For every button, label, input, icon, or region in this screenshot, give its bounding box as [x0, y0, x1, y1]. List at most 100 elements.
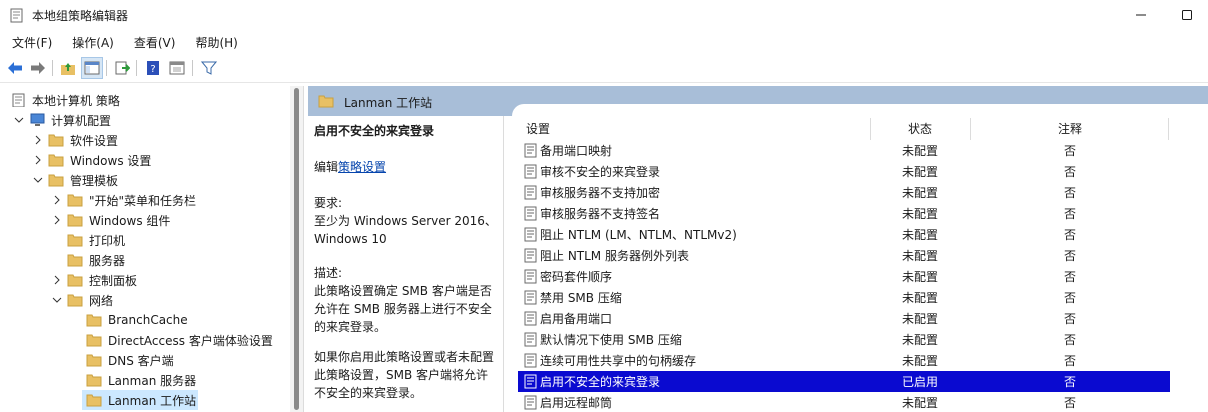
- edit-policy-link[interactable]: 策略设置: [338, 160, 386, 174]
- menu-help[interactable]: 帮助(H): [183, 33, 245, 53]
- scrollbar-thumb[interactable]: [294, 88, 299, 410]
- chevron-down-icon[interactable]: [14, 115, 24, 125]
- folder-icon: [67, 234, 83, 247]
- tree-item-software-settings[interactable]: 软件设置: [0, 130, 290, 150]
- minimize-button[interactable]: [1118, 0, 1164, 30]
- tree-item-label: BranchCache: [108, 313, 188, 327]
- filter-button[interactable]: [198, 57, 220, 79]
- setting-name: 审核服务器不支持签名: [540, 207, 661, 221]
- up-one-level-button[interactable]: [57, 57, 79, 79]
- show-hide-tree-button[interactable]: [81, 57, 103, 79]
- export-list-button[interactable]: [111, 57, 133, 79]
- tree-item-lanman-server[interactable]: Lanman 服务器: [0, 370, 290, 390]
- setting-comment: 否: [1064, 249, 1077, 263]
- tree-item-branchcache[interactable]: BranchCache: [0, 310, 290, 330]
- show-hide-tree-icon: [84, 61, 100, 75]
- help-button[interactable]: ?: [142, 57, 164, 79]
- setting-comment: 否: [1064, 375, 1077, 389]
- chevron-right-icon[interactable]: [52, 215, 62, 225]
- description-line: 不安全的来宾登录。: [314, 386, 423, 400]
- menu-action[interactable]: 操作(A): [60, 33, 122, 53]
- description-label: 描述:: [314, 266, 343, 280]
- column-divider[interactable]: [1168, 118, 1169, 140]
- chevron-right-icon[interactable]: [52, 195, 62, 205]
- folder-icon: [67, 214, 83, 227]
- description-line: 如果你启用此策略设置或者未配置: [314, 350, 495, 364]
- help-icon: ?: [147, 61, 159, 75]
- tree-root[interactable]: 本地计算机 策略: [0, 90, 290, 110]
- tree-item-control-panel[interactable]: 控制面板: [0, 270, 290, 290]
- toolbar-divider: [0, 82, 1208, 83]
- setting-name: 禁用 SMB 压缩: [540, 291, 622, 305]
- column-divider[interactable]: [970, 118, 971, 140]
- setting-state: 未配置: [902, 396, 939, 410]
- menu-view[interactable]: 查看(V): [122, 33, 184, 53]
- table-row[interactable]: 启用不安全的来宾登录 已启用 否: [518, 371, 1170, 392]
- settings-list: 设置 状态 注释 备用端口映射 未配置否审核不安全的来宾登录 未配置否审核服务器不支…: [518, 116, 1208, 412]
- requirements-line: 至少为 Windows Server 2016、: [314, 214, 497, 228]
- policy-setting-icon: [524, 353, 537, 368]
- policy-setting-icon: [524, 395, 537, 410]
- tree-item-windows-components[interactable]: Windows 组件: [0, 210, 290, 230]
- tree-item-server[interactable]: 服务器: [0, 250, 290, 270]
- column-divider[interactable]: [870, 118, 871, 140]
- chevron-right-icon[interactable]: [33, 155, 43, 165]
- chevron-down-icon[interactable]: [52, 295, 62, 305]
- tree-item-start-menu[interactable]: "开始"菜单和任务栏: [0, 190, 290, 210]
- toolbar-separator: [52, 60, 53, 76]
- tree-item-label: Lanman 工作站: [108, 393, 197, 408]
- setting-state: 未配置: [902, 270, 939, 284]
- chevron-down-icon[interactable]: [33, 175, 43, 185]
- minimize-icon: [1136, 14, 1146, 16]
- table-row[interactable]: 密码套件顺序 未配置 否: [518, 266, 1170, 287]
- tree-item-network[interactable]: 网络: [0, 290, 290, 310]
- tree-item-label: 服务器: [89, 253, 126, 268]
- table-row[interactable]: 审核服务器不支持加密 未配置 否: [518, 182, 1170, 203]
- export-list-icon: [115, 61, 130, 75]
- table-row[interactable]: 备用端口映射 未配置 否: [518, 140, 1170, 161]
- back-button[interactable]: [4, 57, 26, 79]
- column-header-state[interactable]: 状态: [908, 118, 932, 140]
- tree-item-directaccess[interactable]: DirectAccess 客户端体验设置: [0, 330, 290, 350]
- forward-button[interactable]: [27, 57, 49, 79]
- folder-icon: [48, 174, 64, 187]
- menu-file[interactable]: 文件(F): [0, 33, 60, 53]
- maximize-button[interactable]: [1164, 0, 1208, 30]
- table-row[interactable]: 审核服务器不支持签名 未配置 否: [518, 203, 1170, 224]
- tree-item-lanman-workstation[interactable]: Lanman 工作站: [0, 390, 290, 410]
- tree-item-computer-config[interactable]: 计算机配置: [0, 110, 290, 130]
- table-row[interactable]: 默认情况下使用 SMB 压缩 未配置 否: [518, 329, 1170, 350]
- tree-item-label: 计算机配置: [51, 113, 112, 128]
- table-row[interactable]: 阻止 NTLM 服务器例外列表 未配置 否: [518, 245, 1170, 266]
- tree-item-label: DirectAccess 客户端体验设置: [108, 333, 273, 348]
- tree-item-dns-client[interactable]: DNS 客户端: [0, 350, 290, 370]
- properties-button[interactable]: [166, 57, 188, 79]
- chevron-right-icon[interactable]: [52, 275, 62, 285]
- chevron-right-icon[interactable]: [33, 135, 43, 145]
- table-row[interactable]: 禁用 SMB 压缩 未配置 否: [518, 287, 1170, 308]
- table-row[interactable]: 审核不安全的来宾登录 未配置 否: [518, 161, 1170, 182]
- column-header-setting[interactable]: 设置: [526, 118, 550, 140]
- tree-item-admin-templates[interactable]: 管理模板: [0, 170, 290, 190]
- folder-icon: [67, 254, 83, 267]
- table-row[interactable]: 启用远程邮筒 未配置 否: [518, 392, 1170, 412]
- tree-item-label: 软件设置: [70, 133, 119, 148]
- setting-state: 未配置: [902, 354, 939, 368]
- folder-icon: [86, 334, 102, 347]
- table-row[interactable]: 阻止 NTLM (LM、NTLM、NTLMv2) 未配置 否: [518, 224, 1170, 245]
- folder-icon: [318, 95, 334, 108]
- table-row[interactable]: 连续可用性共享中的句柄缓存 未配置 否: [518, 350, 1170, 371]
- column-header-comment[interactable]: 注释: [1058, 118, 1082, 140]
- filter-icon: [201, 61, 217, 75]
- setting-comment: 否: [1064, 312, 1077, 326]
- table-row[interactable]: 启用备用端口 未配置 否: [518, 308, 1170, 329]
- tree-item-windows-settings[interactable]: Windows 设置: [0, 150, 290, 170]
- tree-item-label: DNS 客户端: [108, 353, 174, 368]
- tree-scrollbar[interactable]: [290, 86, 303, 412]
- folder-icon: [86, 354, 102, 367]
- setting-comment: 否: [1064, 207, 1077, 221]
- tree-item-printers[interactable]: 打印机: [0, 230, 290, 250]
- setting-name: 审核不安全的来宾登录: [540, 165, 661, 179]
- setting-name: 启用备用端口: [540, 312, 613, 326]
- setting-name: 启用不安全的来宾登录: [540, 375, 661, 389]
